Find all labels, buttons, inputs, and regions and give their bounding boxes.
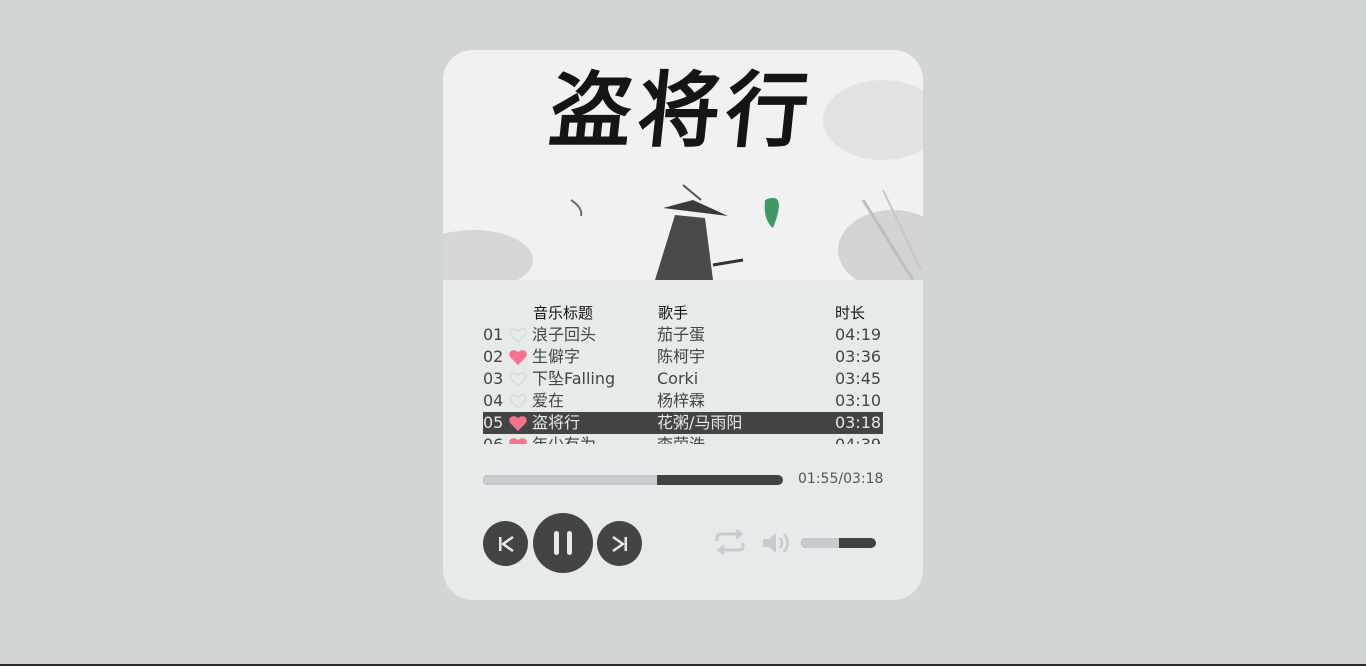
track-title: 年少有为 [532,434,596,444]
progress-fill [483,475,657,485]
track-duration: 03:36 [835,347,882,366]
header-artist: 歌手 [658,304,689,322]
track-number: 03 [483,369,504,388]
previous-button[interactable] [483,521,528,566]
track-artist: Corki [657,369,699,388]
track-number: 06 [483,434,503,444]
volume-icon [763,533,789,553]
track-duration: 04:39 [835,434,881,444]
track-row[interactable]: 06 年少有为 李荣浩 04:39 [483,434,883,444]
track-artist: 陈柯宇 [657,347,706,366]
heart-icon[interactable] [509,415,527,431]
music-player-card: 盗将行 音乐标题 歌手 时长 01 浪子回头 茄子蛋 04:19 02 生僻字 陈柯宇 03:… [443,50,923,600]
track-title: 盗将行 [532,413,581,432]
track-title: 浪子回头 [532,325,597,344]
track-artist: 李荣浩 [657,434,705,444]
track-title: 生僻字 [532,347,581,366]
progress-bar[interactable] [483,475,783,485]
header-duration: 时长 [835,304,866,322]
skip-next-icon [611,535,627,552]
track-artist: 花粥/马雨阳 [657,413,743,432]
track-duration: 03:18 [835,413,882,432]
heart-icon[interactable] [509,349,527,365]
track-list[interactable]: 01 浪子回头 茄子蛋 04:19 02 生僻字 陈柯宇 03:36 03 下坠Falling Co… [483,324,883,444]
cover-title: 盗将行 [545,63,820,159]
time-display: 01:55/03:18 [798,471,884,487]
skip-previous-icon [498,535,514,552]
volume-slider[interactable] [801,538,876,548]
heart-icon[interactable] [509,437,527,444]
track-title: 下坠Falling [532,369,616,388]
track-duration: 04:19 [835,325,882,344]
track-number: 04 [483,391,504,410]
track-row[interactable]: 04 爱在 杨梓霖 03:10 [483,390,883,412]
track-number: 05 [483,413,504,432]
track-number: 02 [483,347,504,366]
track-row[interactable]: 03 下坠Falling Corki 03:45 [483,368,883,390]
volume-button[interactable] [761,530,793,560]
track-list-header: 音乐标题 歌手 时长 [443,302,923,322]
heart-icon[interactable] [509,393,527,409]
play-pause-button[interactable] [533,513,593,573]
pause-icon [554,531,572,555]
heart-icon[interactable] [509,327,527,343]
repeat-icon [715,528,745,556]
next-button[interactable] [597,521,642,566]
track-number: 01 [483,325,504,344]
track-row[interactable]: 05 盗将行 花粥/马雨阳 03:18 [483,412,883,434]
album-cover: 盗将行 [443,50,923,280]
track-artist: 茄子蛋 [657,325,706,344]
track-duration: 03:45 [835,369,882,388]
header-title: 音乐标题 [533,304,594,322]
repeat-button[interactable] [713,528,747,560]
track-row[interactable]: 02 生僻字 陈柯宇 03:36 [483,346,883,368]
track-artist: 杨梓霖 [657,391,706,410]
heart-icon[interactable] [509,371,527,387]
track-duration: 03:10 [835,391,882,410]
track-title: 爱在 [532,391,565,410]
volume-fill [801,538,839,548]
track-row[interactable]: 01 浪子回头 茄子蛋 04:19 [483,324,883,346]
